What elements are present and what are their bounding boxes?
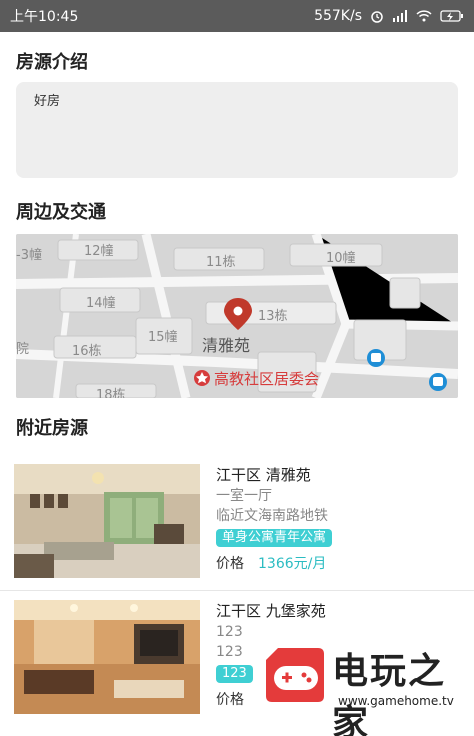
building-label: 院 [16,342,30,357]
intro-text-box: 好房 [16,82,458,178]
gamepad-logo-icon [266,648,324,702]
status-bar: 上午10:45 557K/s [0,0,474,32]
price-value: 1366元/月 [258,556,327,572]
status-right: 557K/s [314,8,464,24]
listing-title: 江干区 清雅苑 [216,466,311,484]
map-poi-label: 高教社区居委会 [214,370,320,388]
status-time: 上午10:45 [10,9,79,25]
listing-tag: 123 [216,665,253,683]
watermark: 电玩之家 www.gamehome.tv [258,630,470,736]
listing-layout: 一室一厅 [216,488,272,504]
map-labels: 12幢 11栋 10幢 -3幢 14幢 13栋 15幢 16栋 院 18栋 清雅… [16,234,458,398]
price-label: 价格 [216,692,244,708]
listing-info: 江干区 清雅苑 一室一厅 临近文海南路地铁 单身公寓青年公寓 价格 1366元/月 [216,464,333,573]
listing-photo [14,464,200,578]
building-label: 11栋 [206,255,236,270]
listing-title: 江干区 九堡家苑 [216,602,326,620]
alarm-icon [371,11,383,23]
building-label: 13栋 [258,309,288,324]
listings-section-title: 附近房源 [16,418,88,439]
divider [0,590,474,591]
watermark-brand: 电玩之家 [332,651,447,736]
price-label: 价格 [216,556,244,572]
building-label: 10幢 [326,251,356,266]
intro-section-title: 房源介绍 [16,52,88,73]
building-label: 16栋 [72,344,102,359]
building-label: 18栋 [96,388,126,398]
map-view[interactable]: 12幢 11栋 10幢 -3幢 14幢 13栋 15幢 16栋 院 18栋 清雅… [16,234,458,398]
wifi-icon [416,10,432,22]
nearby-section-title: 周边及交通 [16,202,106,223]
watermark-url: www.gamehome.tv [338,694,454,708]
listing-tag: 单身公寓青年公寓 [216,529,333,547]
battery-charging-icon [440,10,463,22]
building-label: 12幢 [84,244,114,259]
listing-location: 临近文海南路地铁 [216,508,328,524]
signal-icon [393,10,407,22]
building-label: 14幢 [86,296,116,311]
building-label: 15幢 [148,330,178,345]
network-speed: 557K/s [314,8,362,24]
listing-item[interactable]: 江干区 清雅苑 一室一厅 临近文海南路地铁 单身公寓青年公寓 价格 1366元/月 [0,464,474,592]
listing-photo [14,600,200,714]
building-label: -3幢 [16,248,42,263]
map-center-label: 清雅苑 [202,336,251,355]
listing-price-row: 价格 1366元/月 [216,553,332,573]
intro-text: 好房 [34,94,61,109]
